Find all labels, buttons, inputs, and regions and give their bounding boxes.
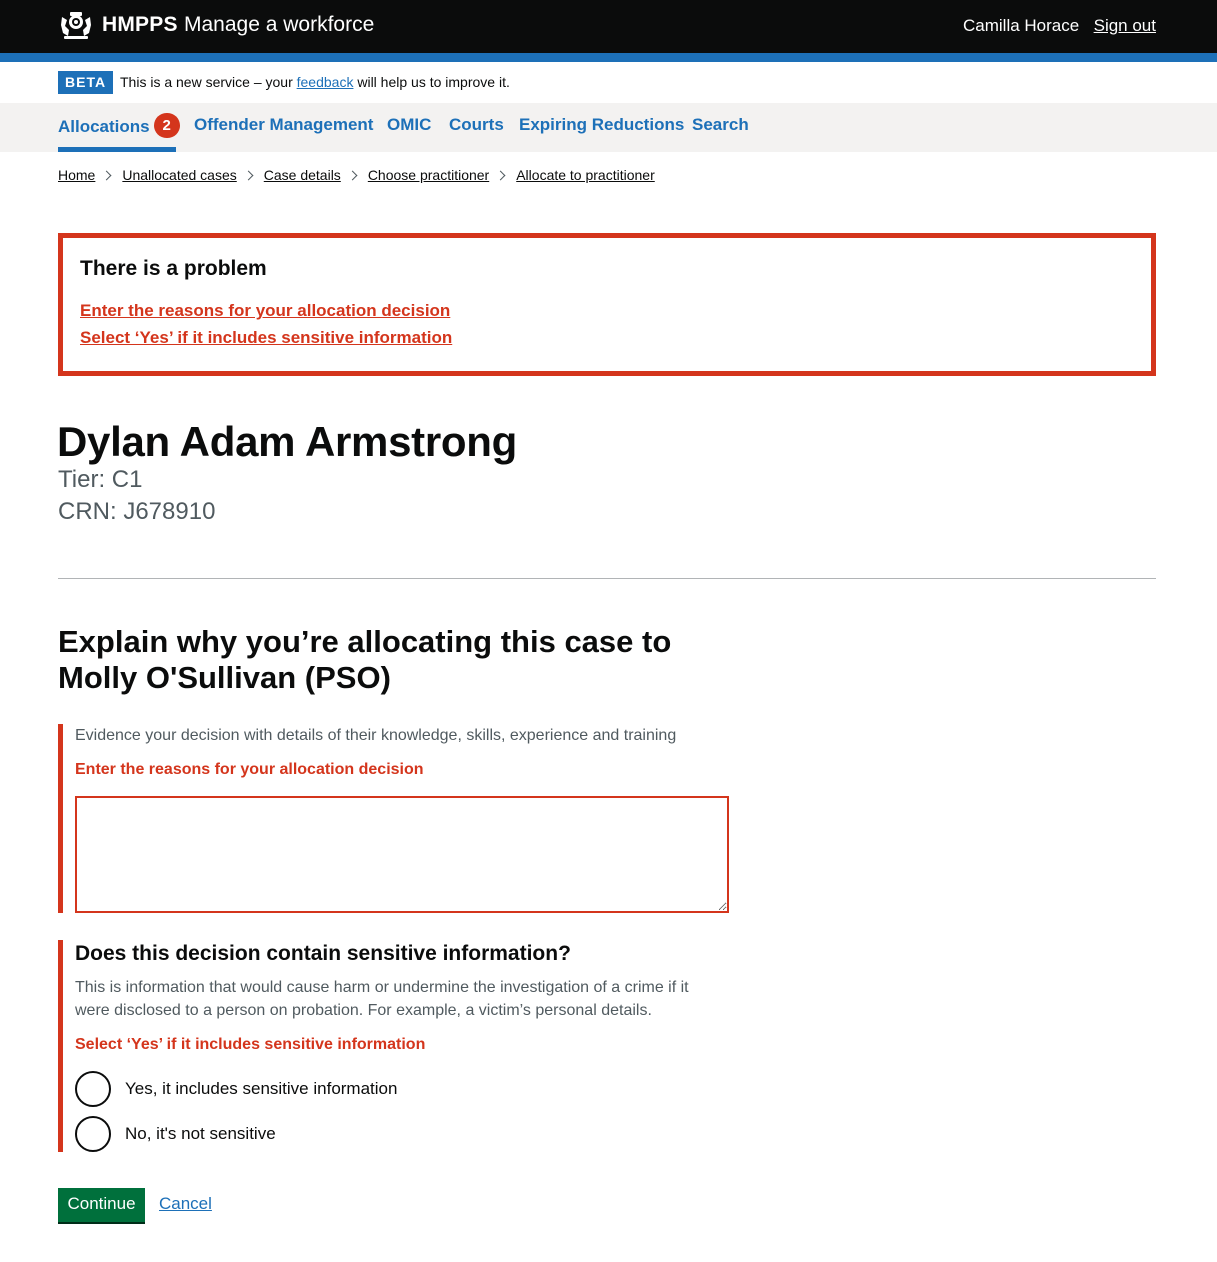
breadcrumb: Home Unallocated cases Case details Choose … xyxy=(58,167,655,183)
continue-button[interactable]: Continue xyxy=(58,1188,145,1222)
chevron-right-icon xyxy=(101,170,112,181)
logo-text[interactable]: HMPPS xyxy=(102,13,178,37)
sign-out-link[interactable]: Sign out xyxy=(1094,16,1156,36)
breadcrumb-allocate-to-practitioner[interactable]: Allocate to practitioner xyxy=(516,167,655,183)
allocations-count-badge: 2 xyxy=(153,113,180,138)
reasons-error-bar xyxy=(58,724,63,913)
nav-item-omic[interactable]: OMIC xyxy=(387,115,431,135)
service-name[interactable]: Manage a workforce xyxy=(184,13,374,37)
reasons-error-message: Enter the reasons for your allocation de… xyxy=(75,761,424,778)
sensitive-error-bar xyxy=(58,940,63,1152)
page-title: Dylan Adam Armstrong xyxy=(57,418,517,465)
radio-yes-sensitive[interactable] xyxy=(75,1071,111,1107)
nav-item-offender-management[interactable]: Offender Management xyxy=(194,115,373,135)
nav-item-search[interactable]: Search xyxy=(692,115,749,135)
section-divider xyxy=(58,578,1156,579)
chevron-right-icon xyxy=(495,170,506,181)
nav-active-indicator xyxy=(58,147,176,152)
radio-not-sensitive[interactable] xyxy=(75,1116,111,1152)
feedback-link[interactable]: feedback xyxy=(297,74,354,90)
header-accent-bar xyxy=(0,53,1217,62)
phase-banner-text: This is a new service – your feedback wi… xyxy=(120,74,510,90)
tier-text: Tier: C1 xyxy=(58,466,143,493)
sensitive-legend: Does this decision contain sensitive inf… xyxy=(75,942,571,965)
nav-item-allocations[interactable]: Allocations 2 xyxy=(58,113,180,140)
nav-item-expiring-reductions[interactable]: Expiring Reductions xyxy=(519,115,684,135)
breadcrumb-choose-practitioner[interactable]: Choose practitioner xyxy=(368,167,489,183)
phase-banner-text-before: This is a new service – your xyxy=(120,74,297,90)
reasons-textarea[interactable] xyxy=(75,796,729,913)
crn-text: CRN: J678910 xyxy=(58,498,216,525)
sensitive-error-message: Select ‘Yes’ if it includes sensitive in… xyxy=(75,1036,426,1053)
radio-no-label[interactable]: No, it's not sensitive xyxy=(125,1124,276,1144)
reasons-hint: Evidence your decision with details of t… xyxy=(75,727,677,744)
phase-banner-text-after: will help us to improve it. xyxy=(353,74,510,90)
royal-crest-icon xyxy=(61,12,91,39)
error-link-sensitive[interactable]: Select ‘Yes’ if it includes sensitive in… xyxy=(80,328,452,348)
nav-item-label: Allocations xyxy=(58,116,150,136)
cancel-link[interactable]: Cancel xyxy=(159,1194,212,1214)
form-heading: Explain why you’re allocating this case … xyxy=(58,624,672,695)
nav-item-courts[interactable]: Courts xyxy=(449,115,504,135)
chevron-right-icon xyxy=(243,170,254,181)
sensitive-hint: This is information that would cause har… xyxy=(75,979,689,1019)
beta-tag: BETA xyxy=(58,71,114,94)
radio-yes-label[interactable]: Yes, it includes sensitive information xyxy=(125,1079,397,1099)
chevron-right-icon xyxy=(347,170,358,181)
breadcrumb-home[interactable]: Home xyxy=(58,167,95,183)
breadcrumb-case-details[interactable]: Case details xyxy=(264,167,341,183)
error-summary-title: There is a problem xyxy=(80,257,267,280)
error-link-reasons[interactable]: Enter the reasons for your allocation de… xyxy=(80,301,450,321)
user-name: Camilla Horace xyxy=(963,16,1080,35)
breadcrumb-unallocated-cases[interactable]: Unallocated cases xyxy=(122,167,236,183)
